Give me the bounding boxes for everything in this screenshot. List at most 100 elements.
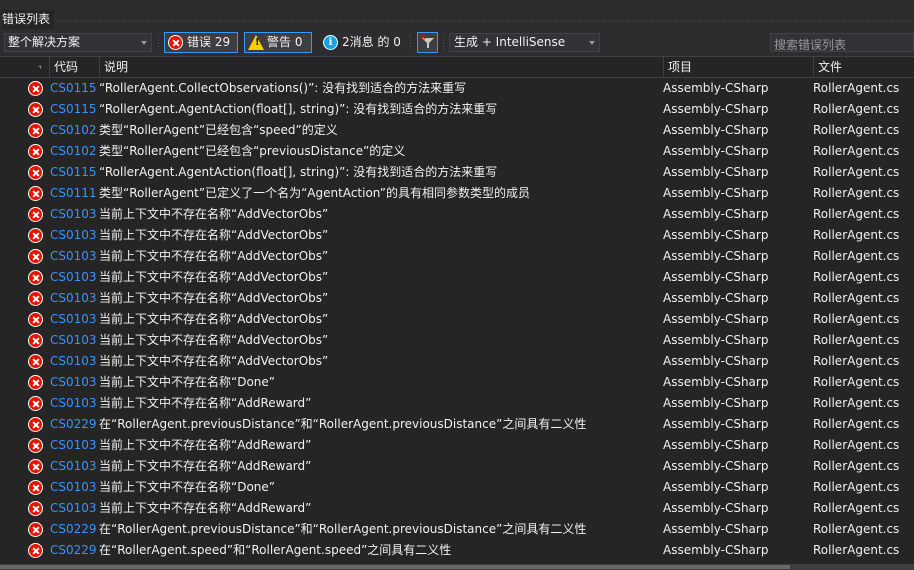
error-icon	[28, 270, 43, 285]
search-error-list[interactable]	[770, 33, 914, 54]
error-code-link[interactable]: CS0103	[50, 456, 97, 477]
error-description: “RollerAgent.AgentAction(float[], string…	[99, 165, 498, 179]
table-row[interactable]: CS0103 当前上下文中不存在名称“AddVectorObs” Assembly-…	[0, 204, 914, 225]
error-description: 当前上下文中不存在名称“AddVectorObs”	[99, 228, 329, 242]
error-code-link[interactable]: CS0103	[50, 351, 97, 372]
error-project: Assembly-CSharp	[663, 207, 769, 221]
table-row[interactable]: CS0115 “RollerAgent.CollectObservations()…	[0, 78, 914, 99]
error-icon	[28, 438, 43, 453]
table-row[interactable]: CS0229 在“RollerAgent.speed”和“RollerAgent.…	[0, 540, 914, 561]
build-source-dropdown[interactable]: 生成 + IntelliSense	[449, 33, 600, 52]
error-file: RollerAgent.cs	[813, 207, 900, 221]
error-file: RollerAgent.cs	[813, 102, 900, 116]
error-description: 类型“RollerAgent”已经包含“previousDistance”的定义	[99, 144, 406, 158]
table-row[interactable]: CS0229 在“RollerAgent.previousDistance”和“R…	[0, 414, 914, 435]
table-row[interactable]: CS0103 当前上下文中不存在名称“AddVectorObs” Assembly-…	[0, 330, 914, 351]
error-project: Assembly-CSharp	[663, 228, 769, 242]
errors-filter-label: 错误 29	[187, 35, 231, 49]
error-project: Assembly-CSharp	[663, 501, 769, 515]
error-icon	[28, 522, 43, 537]
column-header-file[interactable]: 文件	[813, 57, 914, 77]
table-row[interactable]: CS0103 当前上下文中不存在名称“AddReward” Assembly-CSh…	[0, 456, 914, 477]
error-file: RollerAgent.cs	[813, 249, 900, 263]
error-icon	[28, 228, 43, 243]
error-description: 当前上下文中不存在名称“AddVectorObs”	[99, 207, 329, 221]
error-file: RollerAgent.cs	[813, 123, 900, 137]
error-code-link[interactable]: CS0103	[50, 225, 97, 246]
scrollbar-thumb[interactable]	[0, 565, 790, 569]
error-description: 当前上下文中不存在名称“AddVectorObs”	[99, 312, 329, 326]
error-project: Assembly-CSharp	[663, 522, 769, 536]
table-row[interactable]: CS0103 当前上下文中不存在名称“AddVectorObs” Assembly-…	[0, 288, 914, 309]
error-code-link[interactable]: CS0103	[50, 288, 97, 309]
column-header-project[interactable]: 项目	[663, 57, 813, 77]
error-description: 类型“RollerAgent”已定义了一个名为“AgentAction”的具有相…	[99, 186, 530, 200]
error-file: RollerAgent.cs	[813, 270, 900, 284]
error-list-panel: 错误列表 整个解决方案 错误 29 ! 警告 0 i 2消息 的 0 ✕ 生成 …	[0, 0, 914, 570]
error-description: 当前上下文中不存在名称“AddVectorObs”	[99, 249, 329, 263]
error-code-link[interactable]: CS0115	[50, 162, 97, 183]
error-file: RollerAgent.cs	[813, 312, 900, 326]
table-row[interactable]: CS0102 类型“RollerAgent”已经包含“previousDistan…	[0, 141, 914, 162]
table-row[interactable]: CS0102 类型“RollerAgent”已经包含“speed”的定义 Assem…	[0, 120, 914, 141]
error-code-link[interactable]: CS0115	[50, 99, 97, 120]
column-header-description[interactable]: 说明	[99, 57, 663, 77]
error-project: Assembly-CSharp	[663, 438, 769, 452]
error-code-link[interactable]: CS0103	[50, 204, 97, 225]
search-input[interactable]	[771, 36, 913, 54]
error-code-link[interactable]: CS0111	[50, 183, 97, 204]
error-project: Assembly-CSharp	[663, 102, 769, 116]
error-code-link[interactable]: CS0229	[50, 414, 97, 435]
error-list-toolbar: 整个解决方案 错误 29 ! 警告 0 i 2消息 的 0 ✕ 生成 + Int…	[0, 29, 914, 56]
horizontal-scrollbar[interactable]	[0, 564, 914, 570]
table-row[interactable]: CS0103 当前上下文中不存在名称“AddVectorObs” Assembly-…	[0, 267, 914, 288]
table-row[interactable]: CS0103 当前上下文中不存在名称“Done” Assembly-CSharp Ro…	[0, 477, 914, 498]
table-row[interactable]: CS0229 在“RollerAgent.previousDistance”和“R…	[0, 519, 914, 540]
error-code-link[interactable]: CS0115	[50, 78, 97, 99]
error-code-link[interactable]: CS0102	[50, 141, 97, 162]
table-row[interactable]: CS0103 当前上下文中不存在名称“AddVectorObs” Assembly-…	[0, 225, 914, 246]
error-description: 在“RollerAgent.previousDistance”和“RollerA…	[99, 417, 587, 431]
error-code-link[interactable]: CS0229	[50, 519, 97, 540]
column-header-code[interactable]: 代码	[49, 57, 99, 77]
error-code-link[interactable]: CS0103	[50, 372, 97, 393]
table-row[interactable]: CS0111 类型“RollerAgent”已定义了一个名为“AgentActio…	[0, 183, 914, 204]
error-code-link[interactable]: CS0103	[50, 309, 97, 330]
error-project: Assembly-CSharp	[663, 165, 769, 179]
table-row[interactable]: CS0115 “RollerAgent.AgentAction(float[], …	[0, 162, 914, 183]
error-code-link[interactable]: CS0229	[50, 540, 97, 561]
table-row[interactable]: CS0103 当前上下文中不存在名称“AddVectorObs” Assembly-…	[0, 246, 914, 267]
error-code-link[interactable]: CS0103	[50, 267, 97, 288]
warnings-filter-button[interactable]: ! 警告 0	[244, 32, 312, 53]
error-icon	[28, 480, 43, 495]
table-row[interactable]: CS0103 当前上下文中不存在名称“AddReward” Assembly-CSh…	[0, 435, 914, 456]
error-code-link[interactable]: CS0103	[50, 393, 97, 414]
table-row[interactable]: CS0103 当前上下文中不存在名称“AddVectorObs” Assembly-…	[0, 309, 914, 330]
error-code-link[interactable]: CS0103	[50, 330, 97, 351]
error-project: Assembly-CSharp	[663, 354, 769, 368]
scope-value: 整个解决方案	[8, 35, 81, 49]
clear-filter-button[interactable]: ✕	[417, 32, 438, 53]
error-project: Assembly-CSharp	[663, 480, 769, 494]
errors-filter-button[interactable]: 错误 29	[164, 32, 238, 53]
error-code-link[interactable]: CS0103	[50, 246, 97, 267]
error-project: Assembly-CSharp	[663, 459, 769, 473]
table-row[interactable]: CS0103 当前上下文中不存在名称“AddVectorObs” Assembly-…	[0, 351, 914, 372]
sort-indicator-icon: ⌝	[38, 65, 42, 74]
column-header-icon[interactable]: ⌝	[26, 57, 49, 77]
error-file: RollerAgent.cs	[813, 186, 900, 200]
table-row[interactable]: CS0115 “RollerAgent.AgentAction(float[], …	[0, 99, 914, 120]
messages-filter-button[interactable]: i 2消息 的 0	[319, 32, 407, 53]
table-row[interactable]: CS0103 当前上下文中不存在名称“AddReward” Assembly-CSh…	[0, 393, 914, 414]
error-code-link[interactable]: CS0103	[50, 477, 97, 498]
error-code-link[interactable]: CS0103	[50, 498, 97, 519]
scope-dropdown[interactable]: 整个解决方案	[4, 33, 152, 52]
error-icon	[28, 501, 43, 516]
table-row[interactable]: CS0103 当前上下文中不存在名称“AddReward” Assembly-CSh…	[0, 498, 914, 519]
table-row[interactable]: CS0103 当前上下文中不存在名称“Done” Assembly-CSharp Ro…	[0, 372, 914, 393]
error-project: Assembly-CSharp	[663, 270, 769, 284]
error-code-link[interactable]: CS0102	[50, 120, 97, 141]
error-code-link[interactable]: CS0103	[50, 435, 97, 456]
error-file: RollerAgent.cs	[813, 81, 900, 95]
error-file: RollerAgent.cs	[813, 501, 900, 515]
